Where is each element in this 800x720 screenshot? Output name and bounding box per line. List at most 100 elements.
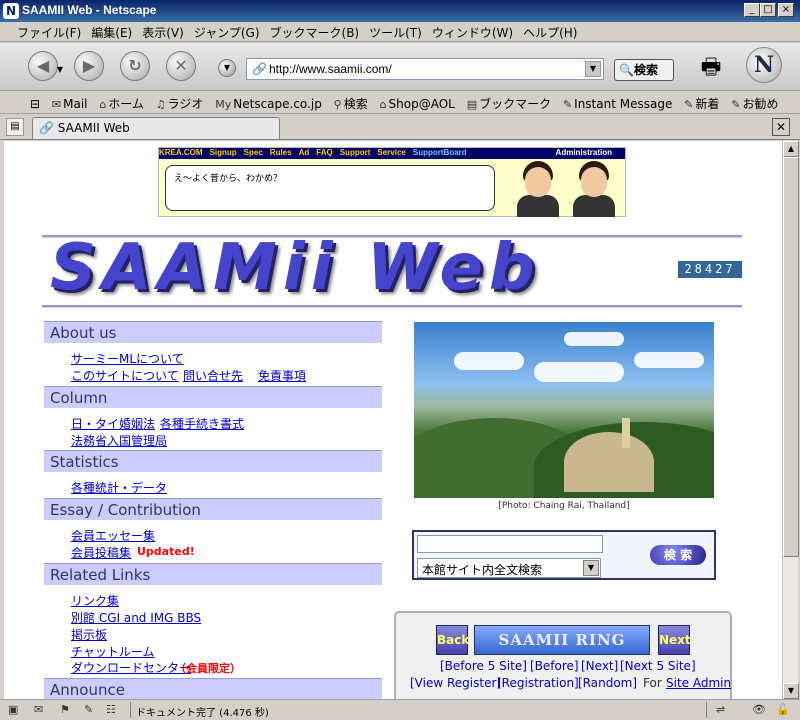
menu-view[interactable]: 表示(V) bbox=[137, 22, 189, 41]
page-link-icon: 🔗 bbox=[39, 121, 58, 135]
ring-view-register-link[interactable]: [View Register] bbox=[410, 676, 501, 690]
pb-home[interactable]: ⌂ ホーム bbox=[95, 92, 148, 112]
mail-icon[interactable]: ✉ bbox=[34, 703, 43, 716]
ring-site-admin-link[interactable]: Site Admin bbox=[666, 676, 731, 690]
composer-icon[interactable]: ✎ bbox=[84, 703, 93, 716]
banner-nav-ad[interactable]: Ad bbox=[299, 148, 310, 157]
ring-next-button[interactable]: Next bbox=[658, 625, 691, 655]
banner-nav-support[interactable]: Support bbox=[340, 148, 371, 157]
banner-ad[interactable]: KREA.COM Signup Spec Rules Ad FAQ Support Servi… bbox=[158, 147, 626, 217]
menu-bookmarks[interactable]: ブックマーク(B) bbox=[265, 22, 365, 41]
pb-netscape-jp[interactable]: My Netscape.co.jp bbox=[211, 94, 326, 111]
link-member-essays[interactable]: 会員エッセー集 bbox=[71, 527, 155, 544]
search-scope-select[interactable]: 本館サイト内全文検索 ▼ bbox=[417, 558, 601, 578]
link-disclaimer[interactable]: 免責事項 bbox=[258, 367, 306, 384]
ring-next-5-link[interactable]: [Next 5 Site] bbox=[620, 659, 696, 673]
link-chat-room[interactable]: チャットルーム bbox=[71, 643, 155, 660]
toolbar-menu-icon[interactable]: ⊟ bbox=[0, 94, 44, 111]
pb-radio[interactable]: ♫ ラジオ bbox=[152, 92, 208, 112]
url-input[interactable] bbox=[269, 61, 579, 77]
menu-edit[interactable]: 編集(E) bbox=[86, 22, 137, 41]
menu-file[interactable]: ファイル(F) bbox=[12, 22, 86, 41]
banner-nav-supportboard[interactable]: SupportBoard bbox=[413, 148, 467, 157]
print-icon[interactable]: 🖶 bbox=[696, 50, 726, 80]
ring-back-button[interactable]: Back bbox=[436, 625, 469, 655]
banner-nav-krea[interactable]: KREA.COM bbox=[159, 148, 203, 157]
link-member-posts[interactable]: 会員投稿集 bbox=[71, 544, 131, 561]
banner-admin-link[interactable]: Administration bbox=[556, 148, 612, 157]
banner-nav-signup[interactable]: Signup bbox=[210, 148, 237, 157]
pb-recommend[interactable]: ✎ お勧め bbox=[727, 92, 782, 112]
navigation-toolbar: ◀▼ ▶ ↻ ✕ ▼ 🔗 ▼ bbox=[0, 43, 800, 91]
recommend-icon: ✎ bbox=[731, 98, 741, 111]
link-cgi-img-bbs[interactable]: 別館 CGI and IMG BBS bbox=[71, 609, 201, 626]
ring-before-5-link[interactable]: [Before 5 Site] bbox=[440, 659, 527, 673]
pb-search[interactable]: ⚲ 検索 bbox=[330, 92, 372, 112]
site-search-button[interactable]: 検 索 bbox=[650, 545, 706, 565]
pb-new[interactable]: ✎ 新着 bbox=[680, 92, 723, 112]
link-marriage-law[interactable]: 日・タイ婚姻法 bbox=[71, 415, 155, 432]
maximize-button[interactable]: □ bbox=[760, 3, 776, 17]
menu-tools[interactable]: ツール(T) bbox=[364, 22, 427, 41]
pb-instant-message[interactable]: ✎ Instant Message bbox=[559, 94, 676, 111]
banner-nav-faq[interactable]: FAQ bbox=[316, 148, 332, 157]
pb-mail[interactable]: ✉ Mail bbox=[48, 94, 92, 111]
link-link-collection[interactable]: リンク集 bbox=[71, 592, 119, 609]
section-about-us: About us bbox=[44, 321, 382, 343]
menu-window[interactable]: ウィンドウ(W) bbox=[427, 22, 518, 41]
ring-random-link[interactable]: [Random] bbox=[578, 676, 637, 690]
link-about-site[interactable]: このサイトについて bbox=[71, 367, 179, 384]
ring-logo[interactable]: SAAMII RING bbox=[474, 625, 650, 655]
link-bbs[interactable]: 掲示板 bbox=[71, 626, 107, 643]
history-dropdown-button[interactable]: ▼ bbox=[218, 59, 236, 77]
my-icon: My bbox=[215, 98, 232, 111]
reload-button[interactable]: ↻ bbox=[120, 51, 150, 81]
link-contact[interactable]: 問い合せ先 bbox=[183, 367, 243, 384]
page-content: KREA.COM Signup Spec Rules Ad FAQ Support Servi… bbox=[4, 141, 782, 699]
back-dropdown-icon[interactable]: ▼ bbox=[57, 56, 63, 84]
scroll-up-icon[interactable]: ▲ bbox=[783, 141, 799, 157]
menu-go[interactable]: ジャンプ(G) bbox=[189, 22, 265, 41]
pb-mail-label: Mail bbox=[63, 97, 88, 111]
online-status-icon[interactable]: ⇌ bbox=[716, 703, 725, 716]
scroll-thumb[interactable] bbox=[783, 157, 799, 557]
netscape-logo-icon[interactable]: N bbox=[746, 47, 782, 83]
tab-label: SAAMII Web bbox=[57, 121, 130, 135]
banner-nav-spec[interactable]: Spec bbox=[244, 148, 263, 157]
url-bar[interactable]: 🔗 ▼ bbox=[246, 58, 604, 80]
ring-before-link[interactable]: [Before] bbox=[530, 659, 579, 673]
scroll-down-icon[interactable]: ▼ bbox=[783, 683, 799, 699]
site-search-input[interactable] bbox=[417, 535, 603, 553]
minimize-button[interactable]: _ bbox=[744, 3, 760, 17]
address-book-icon[interactable]: ☷ bbox=[106, 703, 116, 716]
link-statistics-data[interactable]: 各種統計・データ bbox=[71, 479, 167, 496]
aim-icon[interactable]: ⚑ bbox=[60, 703, 70, 716]
component-bar-icon[interactable]: ▣ bbox=[8, 703, 18, 716]
link-download-center[interactable]: ダウンロードセンター bbox=[71, 659, 191, 676]
vertical-scrollbar[interactable]: ▲ ▼ bbox=[782, 141, 799, 699]
lock-icon[interactable]: 🔓 bbox=[776, 703, 790, 716]
new-tab-icon[interactable]: ▤ bbox=[6, 118, 24, 136]
pb-recommend-label: お勧め bbox=[742, 97, 779, 111]
menu-help[interactable]: ヘルプ(H) bbox=[518, 22, 582, 41]
window-title: SAAMII Web - Netscape bbox=[22, 3, 157, 17]
search-button[interactable]: 🔍検索 bbox=[614, 59, 674, 81]
close-window-button[interactable]: × bbox=[778, 3, 794, 17]
forward-button[interactable]: ▶ bbox=[74, 51, 104, 81]
url-dropdown-icon[interactable]: ▼ bbox=[585, 61, 601, 77]
pb-bookmarks[interactable]: ▤ ブックマーク bbox=[463, 92, 555, 112]
security-icon[interactable]: 👁 bbox=[752, 703, 766, 716]
link-immigration-bureau[interactable]: 法務省入国管理局 bbox=[71, 432, 167, 449]
close-tab-button[interactable]: ✕ bbox=[772, 118, 790, 136]
banner-nav-rules[interactable]: Rules bbox=[270, 148, 292, 157]
tab-saamii-web[interactable]: 🔗 SAAMII Web bbox=[32, 117, 280, 139]
link-saamii-ml[interactable]: サーミーMLについて bbox=[71, 350, 184, 367]
ring-next-link[interactable]: [Next] bbox=[581, 659, 618, 673]
banner-nav-service[interactable]: Service bbox=[377, 148, 405, 157]
ring-registration-link[interactable]: [Registration] bbox=[497, 676, 579, 690]
back-button[interactable]: ◀ ▼ bbox=[28, 51, 63, 81]
section-announce: Announce bbox=[44, 678, 382, 699]
pb-shop[interactable]: ⌂ Shop@AOL bbox=[376, 94, 459, 111]
stop-button[interactable]: ✕ bbox=[166, 51, 196, 81]
link-procedure-forms[interactable]: 各種手続き書式 bbox=[160, 415, 244, 432]
